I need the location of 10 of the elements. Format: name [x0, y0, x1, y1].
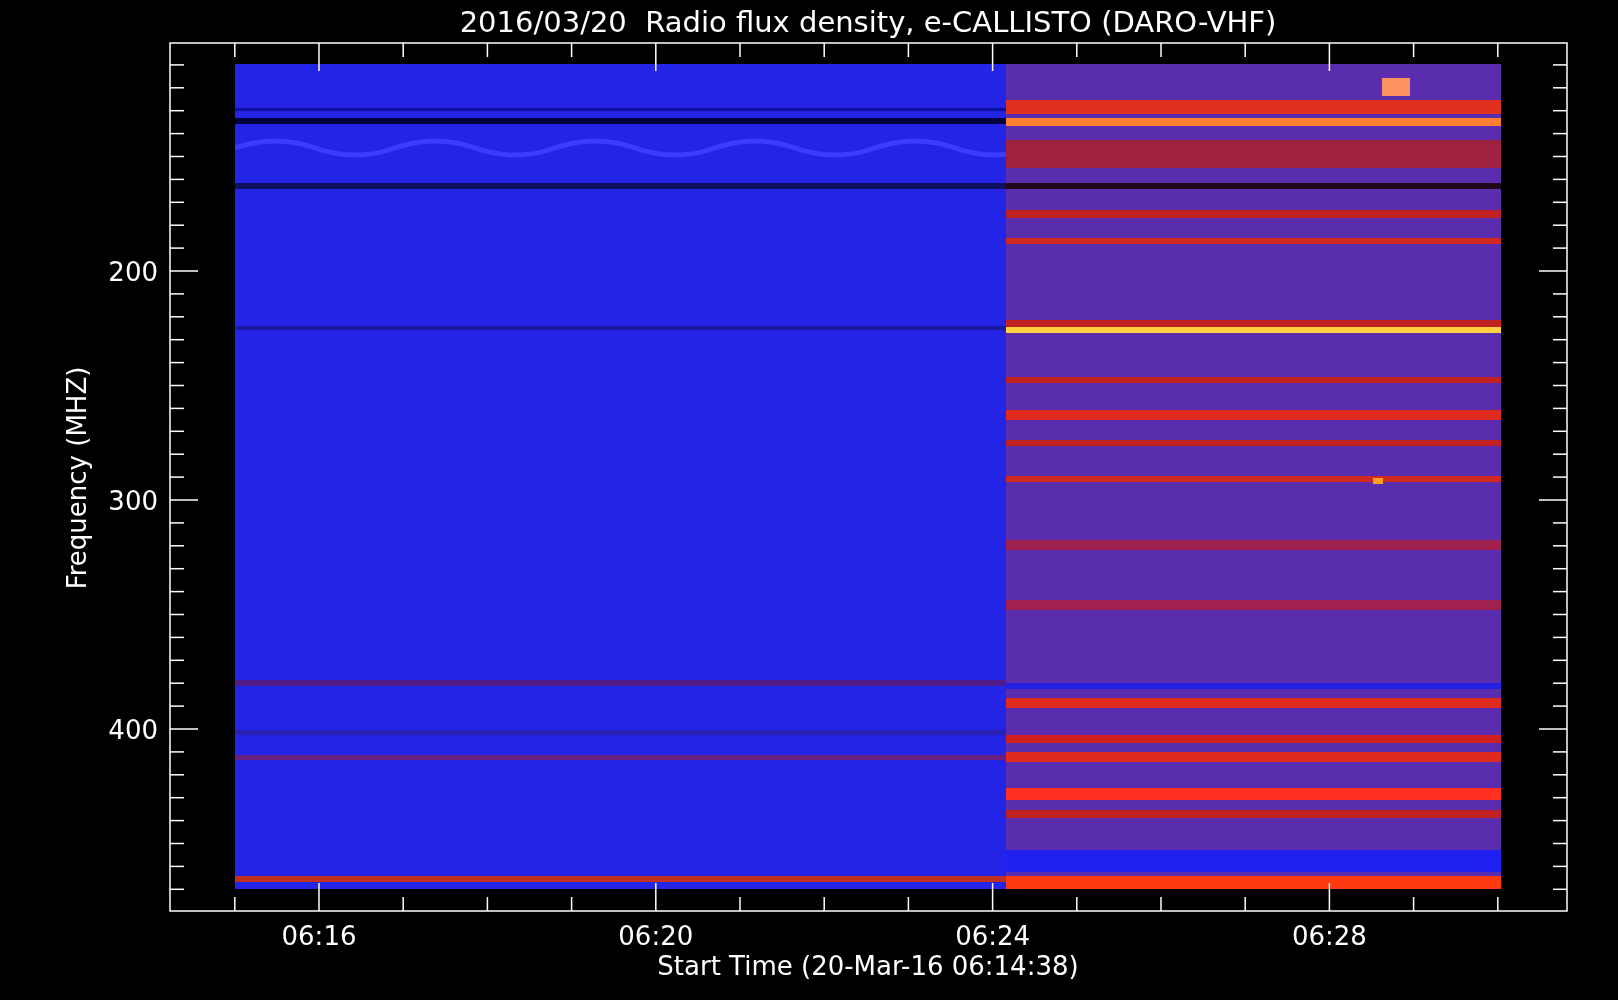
- tick-label: 06:16: [281, 921, 357, 951]
- tick-label: 200: [108, 257, 158, 287]
- tick-label: 06:24: [955, 921, 1031, 951]
- chart-title: 2016/03/20 Radio flux density, e-CALLISTO (DARO-VHF): [459, 5, 1277, 39]
- tick-label: 300: [108, 486, 158, 516]
- axis-title: Start Time (20-Mar-16 06:14:38): [657, 951, 1079, 981]
- axis-title: Frequency (MHZ): [62, 366, 92, 590]
- tick-label: 400: [108, 715, 158, 745]
- tick-label: 06:20: [618, 921, 694, 951]
- tick-label: 06:28: [1291, 921, 1367, 951]
